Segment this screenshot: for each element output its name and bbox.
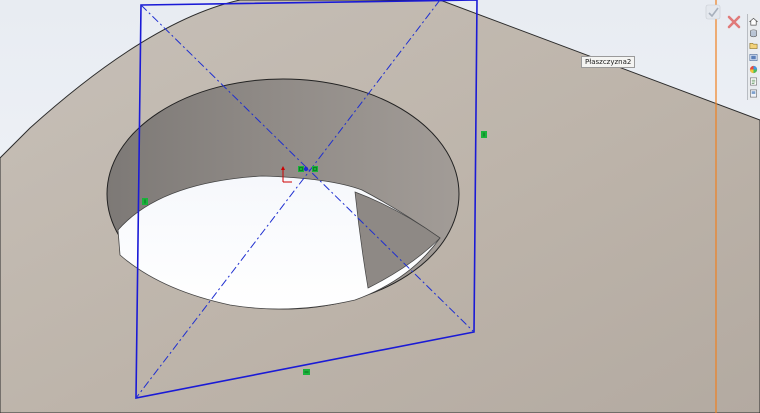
confirmation-corner: [703, 2, 745, 30]
close-icon[interactable]: [727, 15, 741, 29]
home-icon[interactable]: [749, 16, 759, 26]
document-icon[interactable]: [749, 88, 759, 98]
view-palette-icon[interactable]: [749, 52, 759, 62]
file-explorer-icon[interactable]: [749, 40, 759, 50]
parts-library-icon[interactable]: [749, 28, 759, 38]
appearances-icon[interactable]: [749, 64, 759, 74]
plane-tooltip: Płaszczyzna2: [581, 56, 636, 68]
relation-marker-vertical-left[interactable]: [142, 198, 148, 205]
model-scene[interactable]: [0, 0, 760, 413]
custom-properties-icon[interactable]: [749, 76, 759, 86]
graphics-area[interactable]: Płaszczyzna2: [0, 0, 760, 413]
relation-marker-horizontal-bottom[interactable]: [303, 369, 310, 375]
relation-marker-midpoint-right[interactable]: [312, 166, 318, 172]
centerline-intersection[interactable]: [303, 166, 309, 172]
relation-marker-vertical-right[interactable]: [481, 131, 487, 138]
relation-marker-midpoint-left[interactable]: [298, 166, 304, 172]
check-icon[interactable]: [705, 4, 721, 20]
task-pane: [747, 14, 759, 100]
